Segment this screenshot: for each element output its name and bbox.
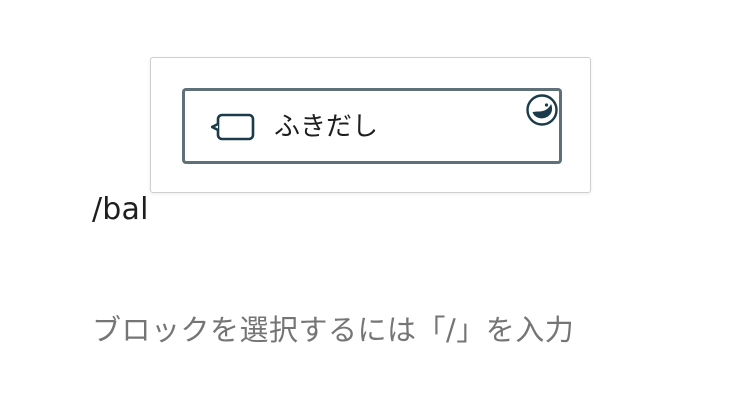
autocomplete-option-label: ふきだし xyxy=(274,112,379,142)
speech-bubble-icon xyxy=(211,113,255,141)
plugin-badge-icon xyxy=(526,94,558,126)
block-placeholder-hint[interactable]: ブロックを選択するには「/」を入力 xyxy=(92,309,574,351)
block-autocomplete-popover: ふきだし xyxy=(150,57,591,193)
slash-command-text[interactable]: /bal xyxy=(92,190,149,230)
autocomplete-option-fukidashi[interactable]: ふきだし xyxy=(182,88,562,164)
block-editor-canvas: ふきだし /bal ブロックを選択するには「/」を入力 xyxy=(0,0,738,414)
